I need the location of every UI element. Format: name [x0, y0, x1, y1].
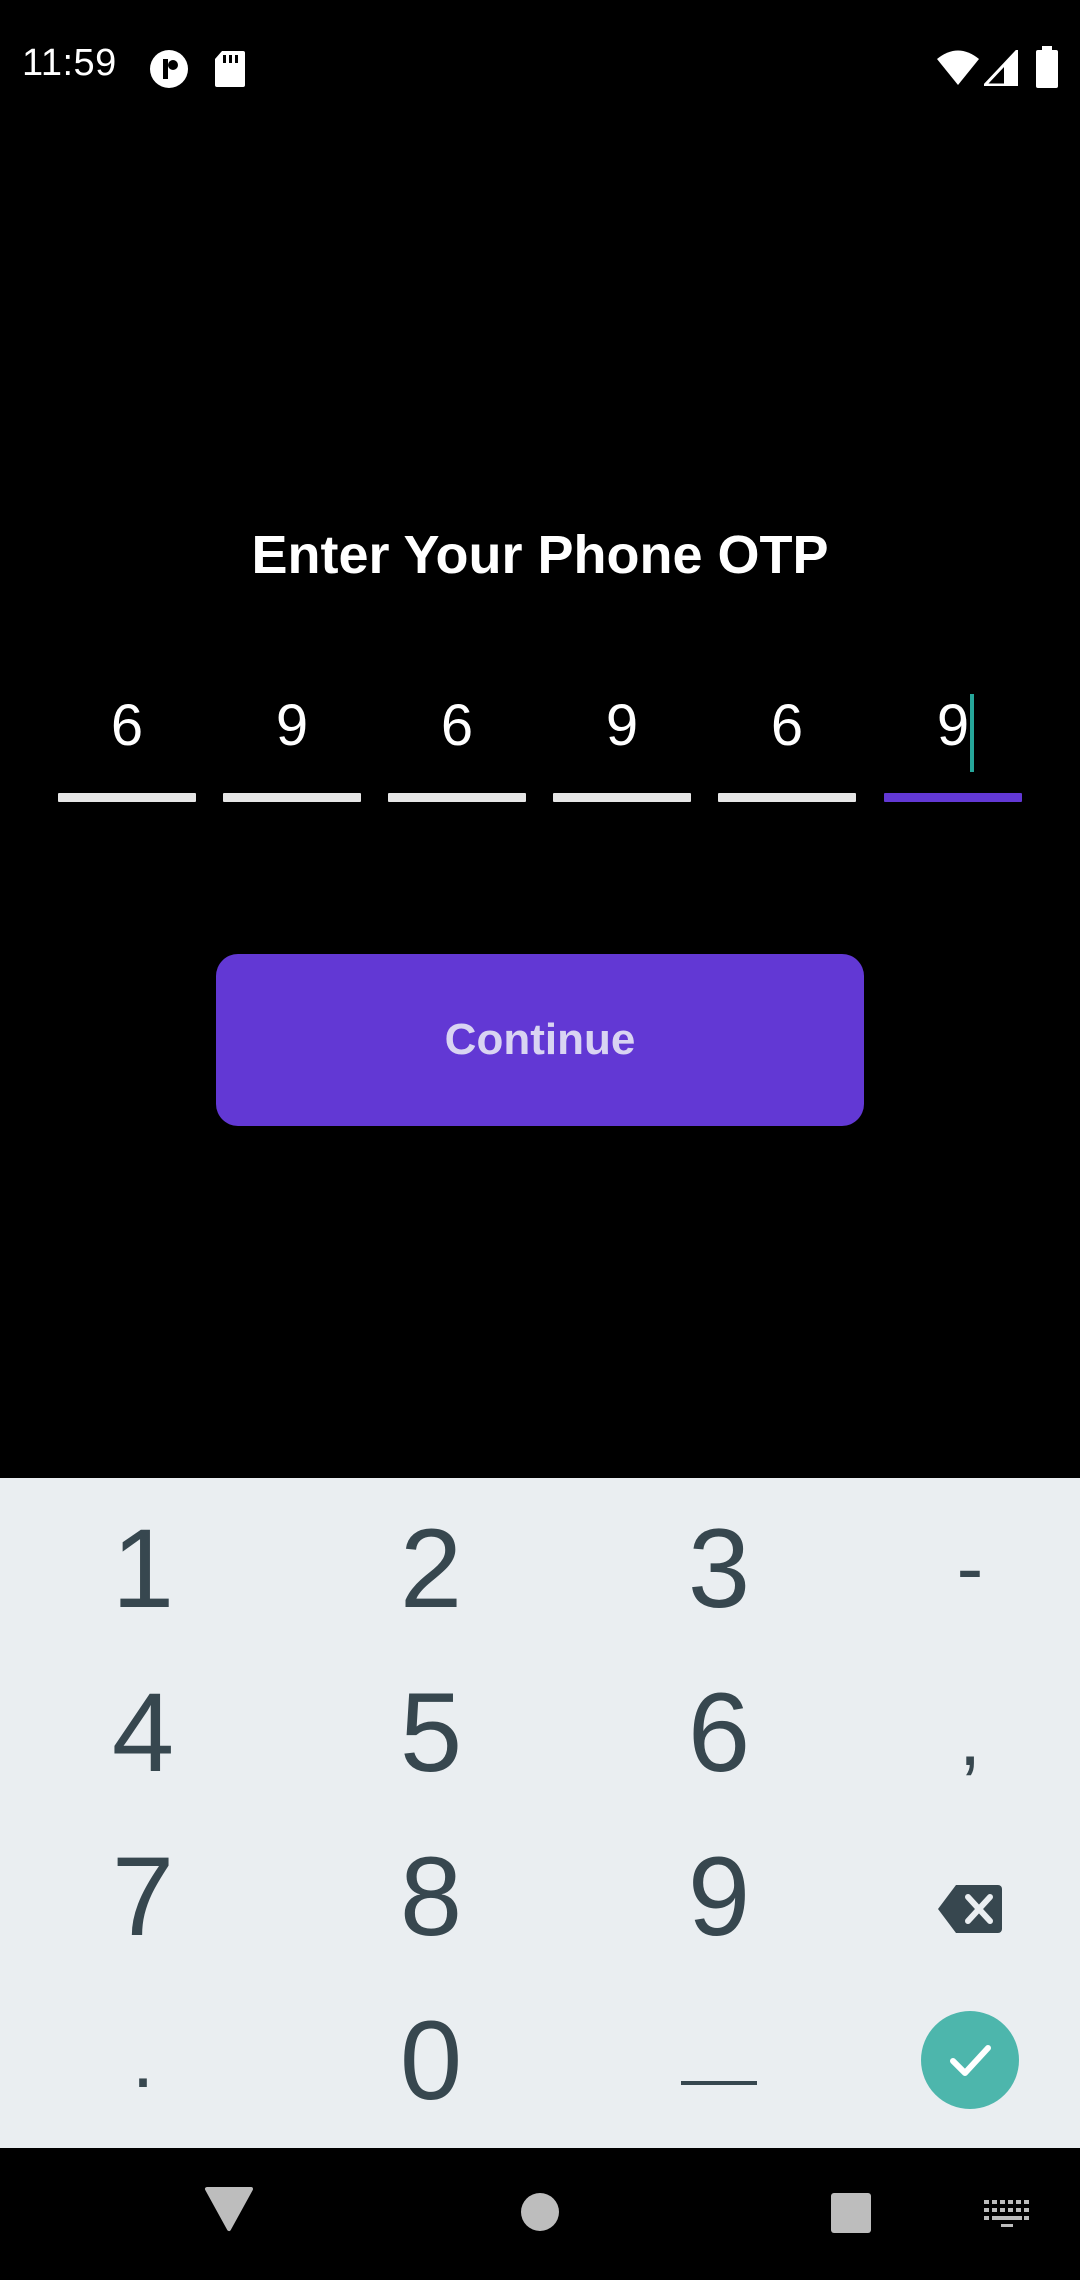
status-bar: 11:59: [0, 0, 1080, 136]
key-4[interactable]: 4: [30, 1652, 256, 1812]
otp-digit: 9: [936, 693, 970, 758]
otp-digit-field-3[interactable]: 6: [388, 690, 526, 802]
space-icon: [679, 1996, 759, 2125]
otp-input-row: 6 9 6 9 6 9: [58, 690, 1022, 802]
status-time: 11:59: [22, 42, 117, 84]
otp-digit: 6: [770, 693, 804, 758]
otp-underline: [553, 793, 691, 802]
notification-app-icon: [148, 48, 190, 95]
otp-underline: [223, 793, 361, 802]
key-0[interactable]: 0: [318, 1980, 544, 2140]
key-period[interactable]: .: [30, 1980, 256, 2140]
key-3[interactable]: 3: [606, 1488, 832, 1648]
text-cursor: [970, 694, 974, 772]
navigation-bar: [0, 2148, 1080, 2280]
keyboard-switch-icon[interactable]: [984, 2200, 1030, 2233]
backspace-key[interactable]: [860, 1816, 1080, 1976]
numeric-keyboard: 1 2 3 - 4 5 6 , 7 8 9 . 0: [0, 1478, 1080, 2148]
otp-underline: [718, 793, 856, 802]
sd-card-icon: [214, 50, 246, 93]
otp-digit: 6: [110, 693, 144, 758]
key-1[interactable]: 1: [30, 1488, 256, 1648]
space-key[interactable]: [606, 1980, 832, 2140]
home-icon[interactable]: [520, 2192, 560, 2237]
otp-digit: 9: [605, 693, 639, 758]
wifi-icon: [936, 50, 980, 91]
back-icon[interactable]: [204, 2186, 254, 2237]
otp-digit: 9: [275, 693, 309, 758]
continue-button[interactable]: Continue: [216, 954, 864, 1126]
key-comma[interactable]: ,: [860, 1658, 1080, 1818]
page-title: Enter Your Phone OTP: [251, 525, 829, 585]
otp-digit-field-6[interactable]: 9: [884, 690, 1022, 802]
otp-digit: 6: [440, 693, 474, 758]
confirm-key[interactable]: [860, 1980, 1080, 2140]
battery-icon: [1036, 46, 1058, 93]
otp-digit-field-1[interactable]: 6: [58, 690, 196, 802]
otp-underline: [388, 793, 526, 802]
otp-digit-field-2[interactable]: 9: [223, 690, 361, 802]
otp-digit-field-4[interactable]: 9: [553, 690, 691, 802]
otp-underline: [884, 793, 1022, 802]
cellular-signal-icon: [981, 47, 1019, 91]
key-2[interactable]: 2: [318, 1488, 544, 1648]
key-7[interactable]: 7: [30, 1816, 256, 1976]
confirm-icon: [921, 2011, 1019, 2109]
key-6[interactable]: 6: [606, 1652, 832, 1812]
otp-underline: [58, 793, 196, 802]
otp-digit-field-5[interactable]: 6: [718, 690, 856, 802]
key-5[interactable]: 5: [318, 1652, 544, 1812]
recents-icon[interactable]: [830, 2192, 872, 2239]
key-8[interactable]: 8: [318, 1816, 544, 1976]
backspace-icon: [936, 1832, 1004, 1961]
key-hyphen[interactable]: -: [860, 1488, 1080, 1648]
key-9[interactable]: 9: [606, 1816, 832, 1976]
